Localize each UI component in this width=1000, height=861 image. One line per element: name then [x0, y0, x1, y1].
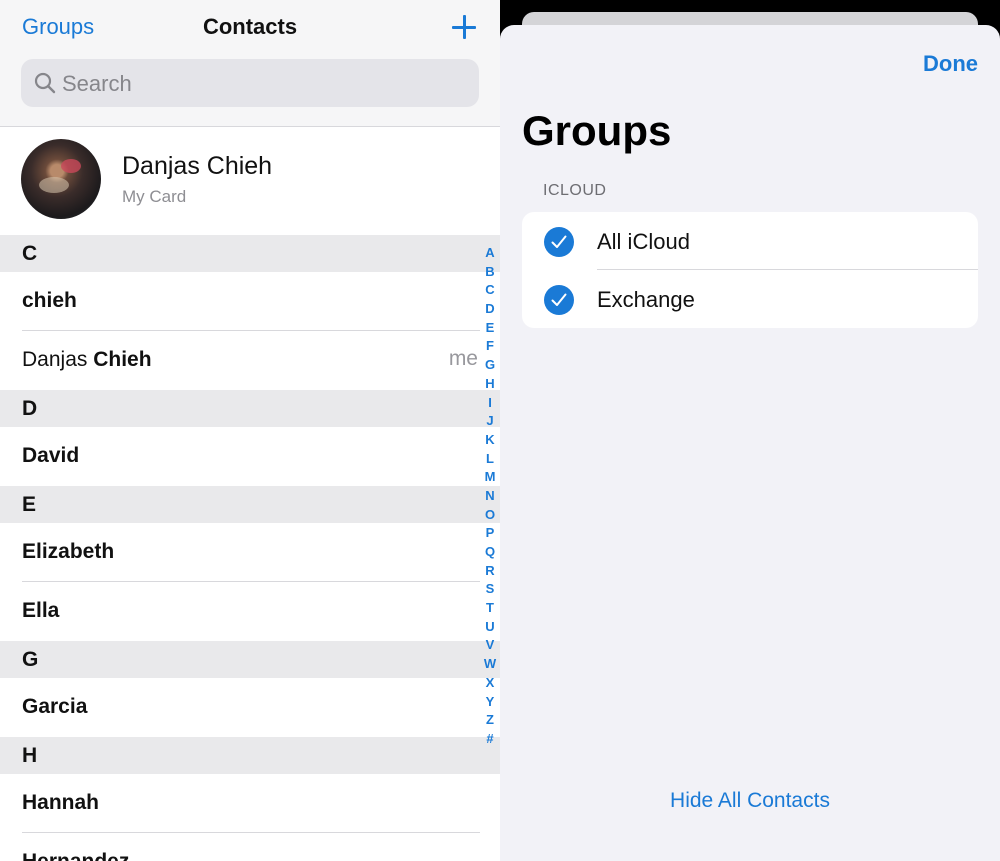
contact-row[interactable]: Garcia	[0, 678, 500, 737]
group-list: All iCloud Exchange	[522, 212, 978, 328]
index-letter[interactable]: O	[481, 506, 499, 525]
index-letter[interactable]: L	[481, 450, 499, 469]
group-row-exchange[interactable]: Exchange	[522, 270, 978, 328]
index-letter[interactable]: K	[481, 431, 499, 450]
contacts-panel: Groups Contacts Search Danjas Chieh My C…	[0, 0, 500, 861]
index-letter[interactable]: C	[481, 281, 499, 300]
index-letter[interactable]: T	[481, 599, 499, 618]
my-card[interactable]: Danjas Chieh My Card	[0, 128, 500, 235]
index-letter[interactable]: P	[481, 524, 499, 543]
section-header: C	[0, 235, 500, 272]
search-input[interactable]: Search	[21, 59, 479, 107]
contact-name: Hannah	[22, 791, 100, 814]
index-letter[interactable]: W	[481, 655, 499, 674]
contact-name: chieh	[22, 289, 77, 312]
checkmark-icon	[544, 227, 574, 257]
groups-panel: Done Groups ICLOUD All iCloud Exchange H…	[500, 0, 1000, 861]
groups-sheet: Done Groups ICLOUD All iCloud Exchange H…	[500, 25, 1000, 861]
contact-row[interactable]: Hannah	[0, 774, 500, 833]
index-letter[interactable]: A	[481, 244, 499, 263]
index-letter[interactable]: S	[481, 580, 499, 599]
contact-row[interactable]: Elizabeth	[0, 523, 500, 582]
group-label: All iCloud	[597, 229, 690, 254]
search-placeholder: Search	[62, 71, 132, 96]
contact-name: Ella	[22, 599, 60, 622]
done-button[interactable]: Done	[923, 51, 978, 77]
index-letter[interactable]: F	[481, 337, 499, 356]
index-letter[interactable]: R	[481, 562, 499, 581]
search-icon	[33, 71, 57, 95]
section-header: H	[0, 737, 500, 774]
contact-list: C chieh Danjas Chieh me D David E Elizab…	[0, 235, 500, 861]
contact-row[interactable]: David	[0, 427, 500, 486]
index-letter[interactable]: #	[481, 730, 499, 749]
index-letter[interactable]: H	[481, 375, 499, 394]
index-letter[interactable]: J	[481, 412, 499, 431]
index-letter[interactable]: G	[481, 356, 499, 375]
contact-name: Danjas Chieh	[22, 348, 152, 372]
section-header: D	[0, 390, 500, 427]
checkmark-icon	[544, 285, 574, 315]
avatar	[21, 139, 101, 219]
page-title: Contacts	[202, 14, 298, 39]
index-letter[interactable]: Z	[481, 711, 499, 730]
my-card-name: Danjas Chieh	[122, 152, 273, 180]
sheet-title: Groups	[522, 107, 672, 154]
index-letter[interactable]: D	[481, 300, 499, 319]
contact-row[interactable]: Ella	[0, 582, 500, 641]
index-letter[interactable]: N	[481, 487, 499, 506]
index-letter[interactable]: Y	[481, 693, 499, 712]
index-letter[interactable]: Q	[481, 543, 499, 562]
section-header: E	[0, 486, 500, 523]
index-letter[interactable]: V	[481, 636, 499, 655]
index-letter[interactable]: M	[481, 468, 499, 487]
contact-name: Elizabeth	[22, 540, 115, 563]
add-contact-button[interactable]	[449, 12, 479, 42]
contact-row[interactable]: chieh	[0, 272, 500, 331]
contacts-header: Groups Contacts Search	[0, 0, 500, 127]
index-letter[interactable]: X	[481, 674, 499, 693]
contact-name: Garcia	[22, 695, 88, 718]
contact-first-name: Danjas	[22, 348, 88, 371]
contact-name: Hernandez	[22, 850, 129, 861]
groups-button[interactable]: Groups	[22, 14, 94, 40]
hide-all-contacts-button[interactable]: Hide All Contacts	[670, 789, 830, 812]
index-letter[interactable]: U	[481, 618, 499, 637]
me-badge: me	[448, 347, 478, 370]
section-index[interactable]: A B C D E F G H I J K L M N O P Q R S T …	[481, 244, 499, 749]
contact-row[interactable]: Hernandez	[0, 833, 500, 861]
contact-name: David	[22, 444, 80, 467]
index-letter[interactable]: E	[481, 319, 499, 338]
index-letter[interactable]: I	[481, 394, 499, 413]
section-header: G	[0, 641, 500, 678]
contact-last-name: Chieh	[93, 348, 152, 371]
my-card-subtitle: My Card	[122, 187, 187, 206]
section-header-icloud: ICLOUD	[543, 182, 607, 199]
group-row-all-icloud[interactable]: All iCloud	[522, 212, 978, 270]
contact-row[interactable]: Danjas Chieh me	[0, 331, 500, 390]
index-letter[interactable]: B	[481, 263, 499, 282]
group-label: Exchange	[597, 287, 695, 312]
